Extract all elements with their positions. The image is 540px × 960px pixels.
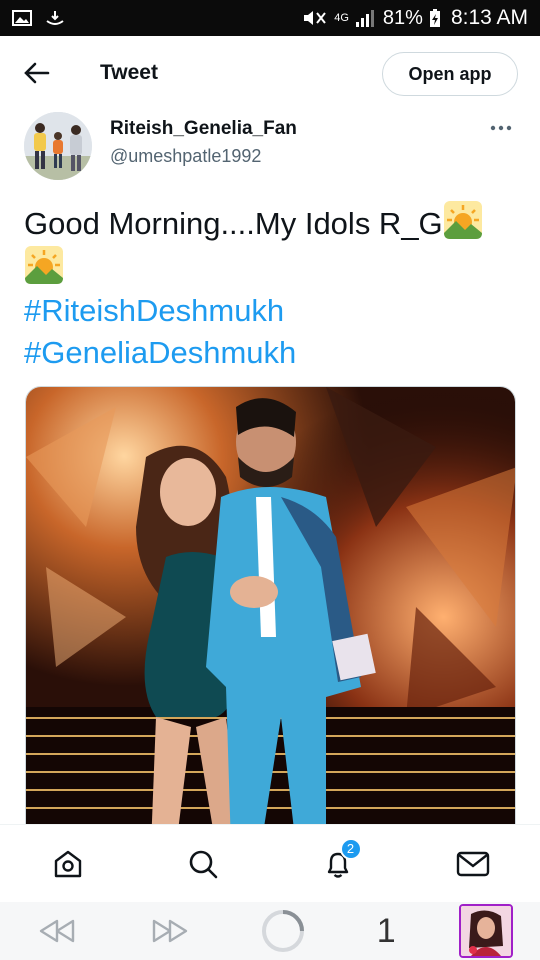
- status-left: [12, 9, 66, 27]
- more-icon: [490, 125, 512, 131]
- author-text: Riteish_Genelia_Fan @umeshpatle1992: [110, 118, 297, 167]
- notification-count-badge: 2: [339, 837, 362, 860]
- tweet-body: Good Morning....My Idols R_G: [24, 206, 443, 241]
- hashtag-link[interactable]: #RiteishDeshmukh: [24, 290, 518, 332]
- status-right: 4G 81% 8:13 AM: [302, 6, 528, 30]
- envelope-icon: [456, 851, 489, 876]
- tweet-author: Riteish_Genelia_Fan @umeshpatle1992: [24, 112, 516, 184]
- status-bar: 4G 81% 8:13 AM: [0, 0, 540, 36]
- battery-percent: 81%: [382, 6, 423, 29]
- nav-messages-button[interactable]: [443, 834, 503, 894]
- page-title: Tweet: [100, 61, 158, 84]
- tab-thumbnail-image: [461, 906, 512, 956]
- browser-reload-button[interactable]: [253, 901, 313, 960]
- download-notification-icon: [46, 11, 64, 25]
- browser-forward-button[interactable]: [140, 901, 200, 960]
- nav-search-button[interactable]: [173, 834, 233, 894]
- clock: 8:13 AM: [450, 6, 528, 29]
- loading-spinner-icon: [261, 910, 304, 952]
- tweet-header: Tweet Open app: [0, 36, 540, 110]
- sunrise-over-mountains-icon: [443, 201, 482, 239]
- arrow-left-icon: [24, 62, 50, 84]
- author-name[interactable]: Riteish_Genelia_Fan: [110, 118, 297, 140]
- author-handle[interactable]: @umeshpatle1992: [110, 146, 297, 167]
- open-app-button[interactable]: Open app: [382, 52, 518, 96]
- network-type-label: 4G: [334, 12, 349, 24]
- signal-strength-icon: [355, 10, 374, 27]
- tweet-media-photo[interactable]: [25, 386, 516, 846]
- fast-forward-icon: [152, 919, 187, 943]
- tweet-text: Good Morning....My Idols R_G #RiteishDes…: [24, 200, 518, 374]
- home-icon: [54, 850, 81, 877]
- search-icon: [189, 850, 217, 878]
- tab-count[interactable]: 1: [366, 912, 406, 951]
- mute-icon: [304, 11, 326, 25]
- browser-toolbar: 1: [0, 902, 540, 960]
- back-button[interactable]: [22, 58, 52, 88]
- gallery-notification-icon: [12, 10, 32, 26]
- bottom-nav: 2: [0, 824, 540, 902]
- avatar[interactable]: [24, 112, 92, 180]
- hashtag-link[interactable]: #GeneliaDeshmukh: [24, 332, 518, 374]
- sunrise-over-mountains-icon-2: [25, 246, 63, 284]
- more-options-button[interactable]: [486, 116, 516, 140]
- avatar-photo: [24, 112, 92, 180]
- rewind-icon: [39, 919, 74, 943]
- battery-charging-icon: [429, 9, 440, 27]
- photo-content: [26, 387, 515, 845]
- browser-back-button[interactable]: [27, 901, 87, 960]
- nav-home-button[interactable]: [38, 834, 98, 894]
- nav-notifications-button[interactable]: 2: [308, 834, 368, 894]
- tab-thumbnail[interactable]: [459, 904, 514, 958]
